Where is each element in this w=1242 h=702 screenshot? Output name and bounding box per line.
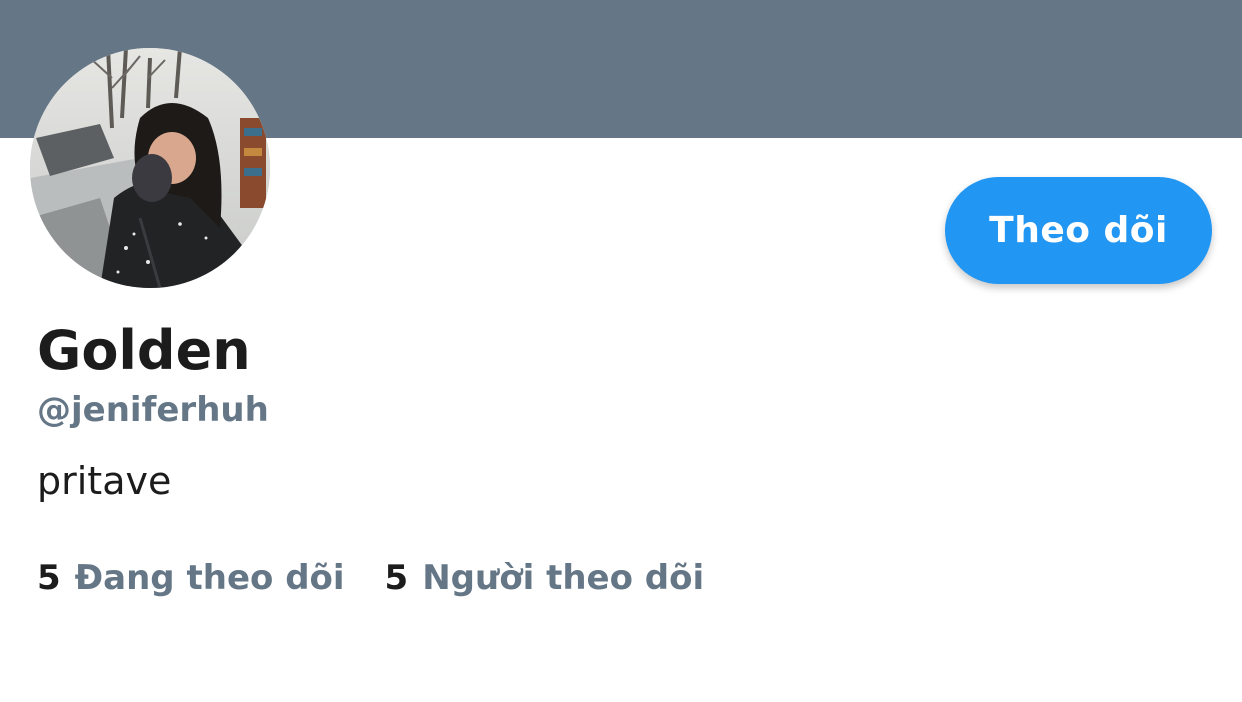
- profile-bio: pritave: [37, 459, 172, 503]
- follow-button[interactable]: Theo dõi: [945, 177, 1212, 284]
- profile-handle: @jeniferhuh: [37, 390, 269, 430]
- followers-label: Người theo dõi: [422, 558, 705, 598]
- avatar-photo: [30, 48, 270, 288]
- avatar[interactable]: [30, 48, 270, 288]
- followers-stat-link[interactable]: 5 Người theo dõi: [385, 554, 705, 602]
- profile-stats: 5 Đang theo dõi 5 Người theo dõi: [37, 554, 744, 602]
- profile-page: Theo dõi Golden @jeniferhuh pritave 5 Đa…: [0, 0, 1242, 702]
- following-count: 5: [37, 558, 61, 598]
- profile-display-name: Golden: [37, 319, 251, 382]
- followers-count: 5: [384, 558, 409, 598]
- following-stat-link[interactable]: 5 Đang theo dõi: [37, 554, 345, 602]
- following-label: Đang theo dõi: [74, 558, 345, 598]
